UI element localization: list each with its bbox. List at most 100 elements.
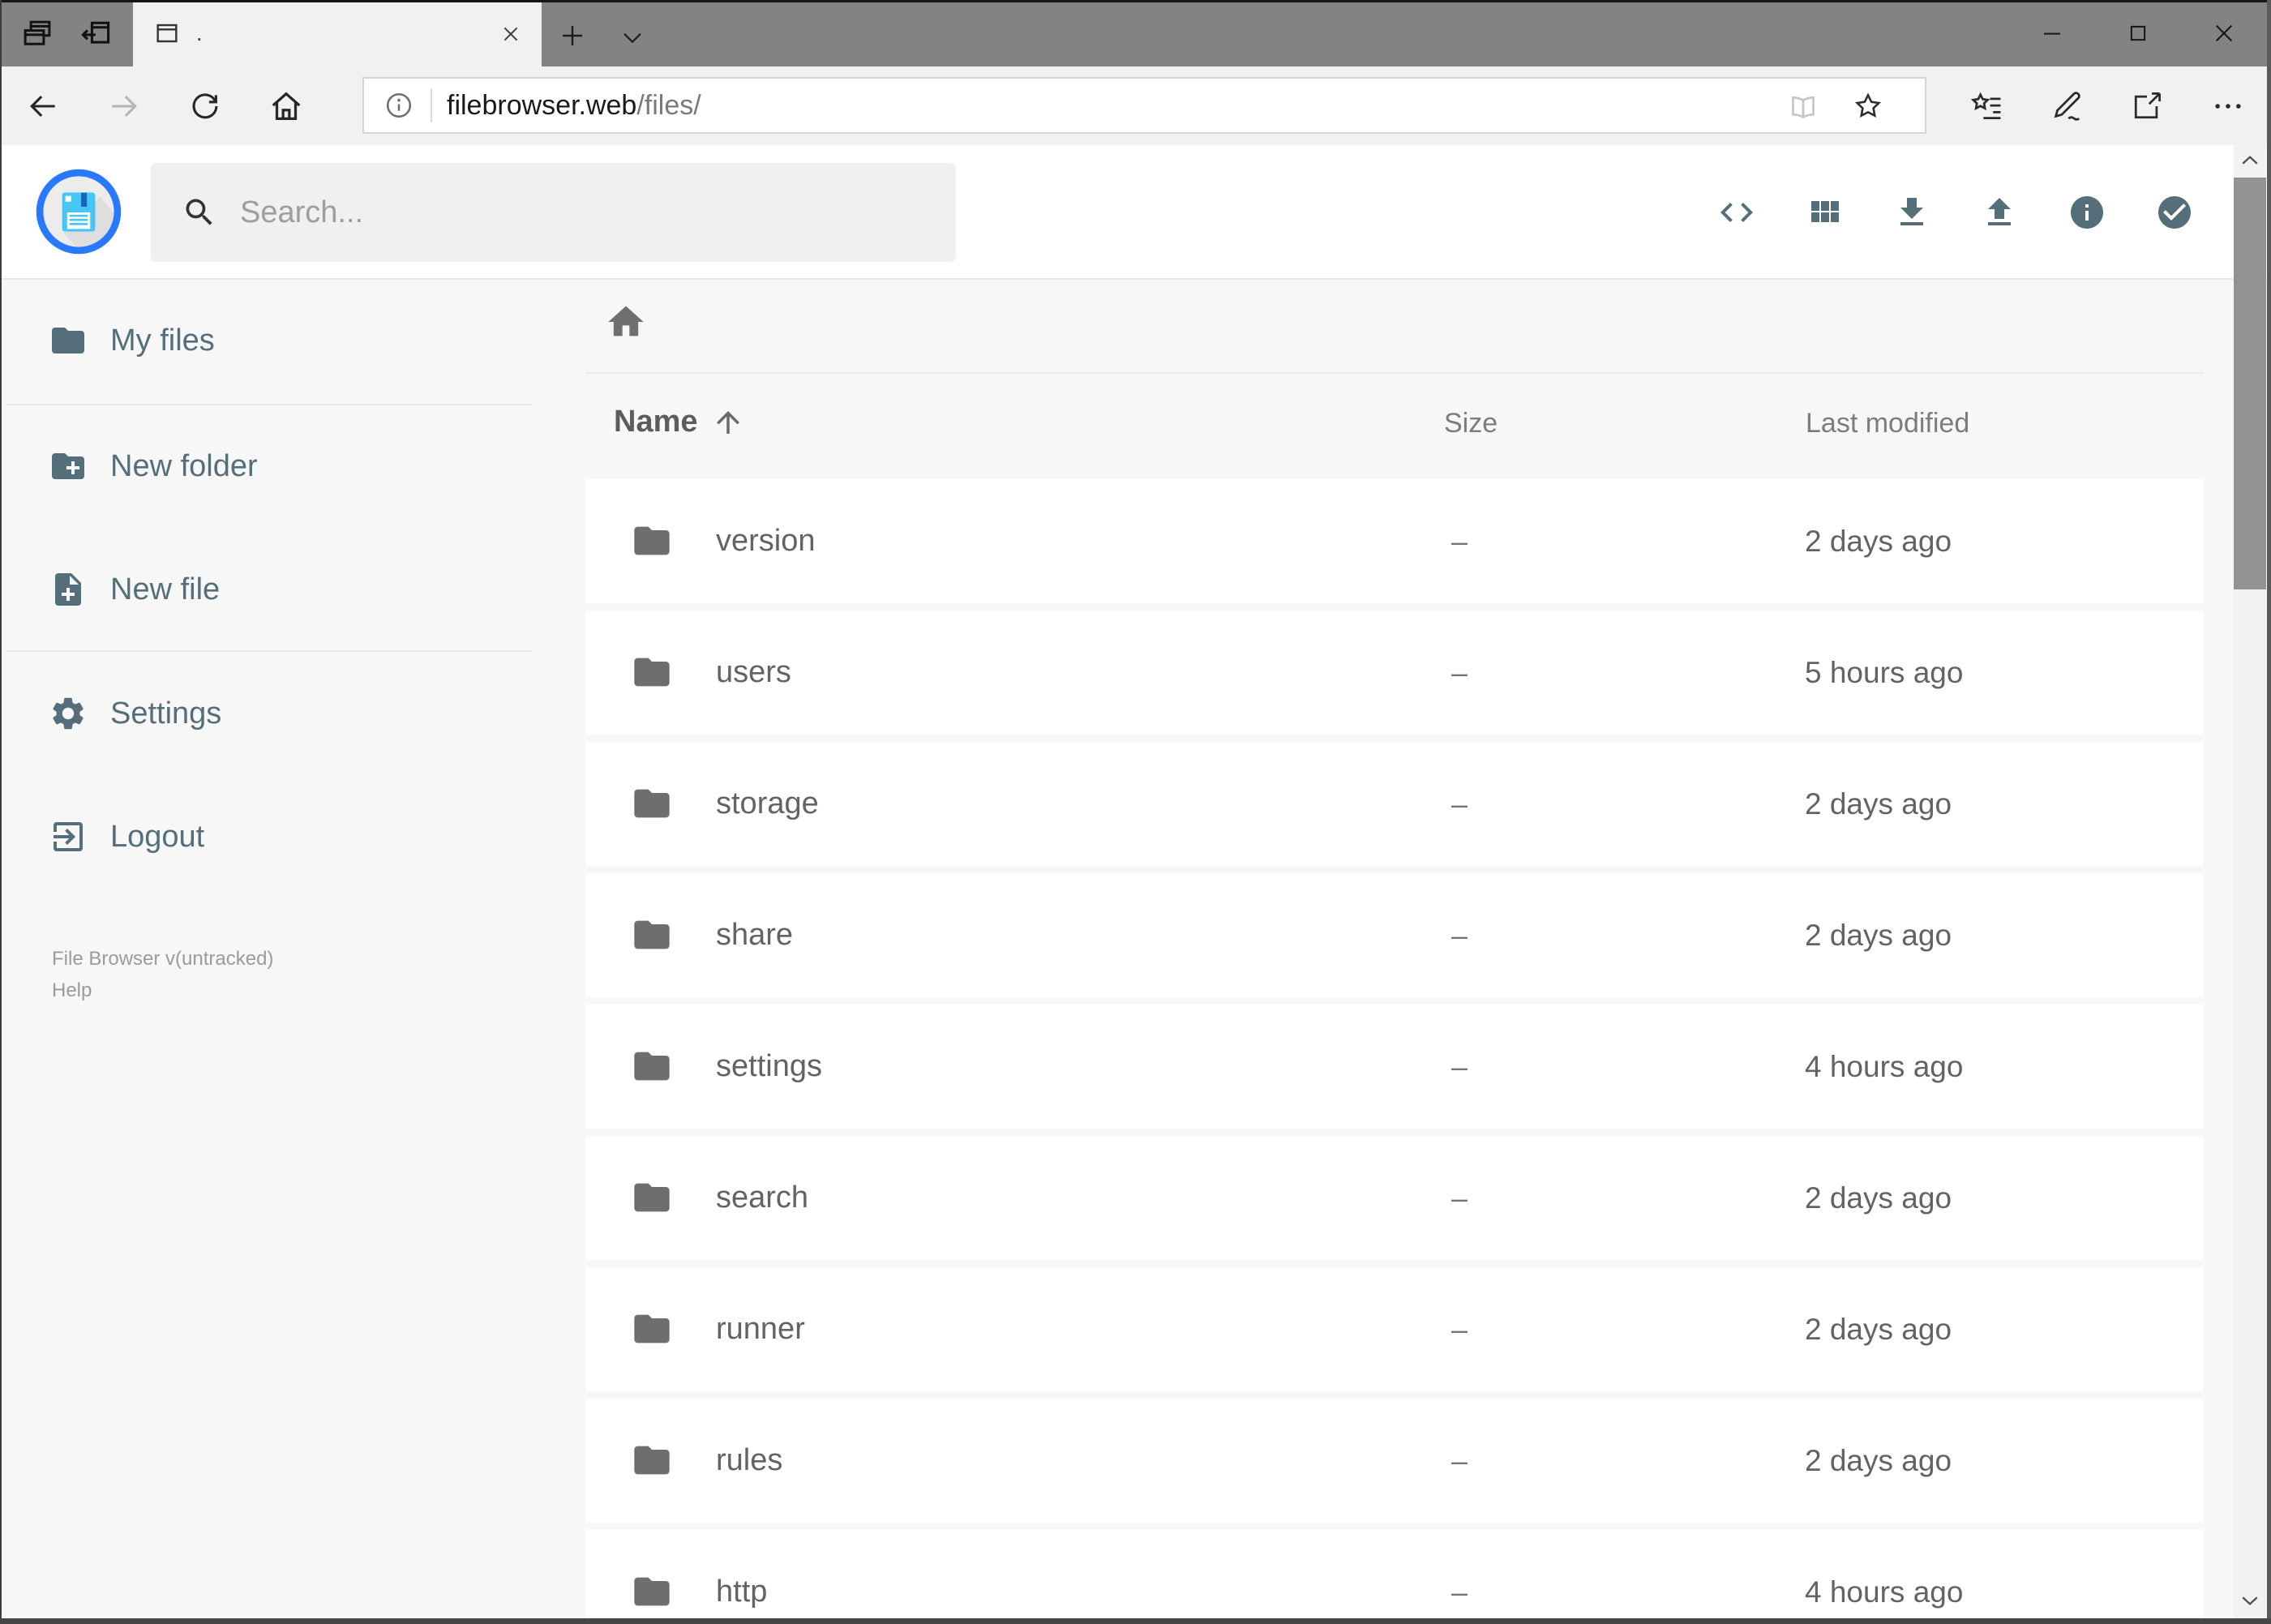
folder-icon [634, 1314, 670, 1343]
chevron-down-icon [2242, 1596, 2258, 1605]
tab-close-button[interactable] [496, 19, 525, 49]
minimize-button[interactable] [2009, 0, 2095, 66]
window-border-bottom [0, 1618, 2271, 1624]
sidebar-item-logout[interactable]: Logout [2, 796, 537, 877]
file-name: settings [716, 1049, 822, 1083]
folder-icon [634, 526, 670, 555]
upload-icon [1988, 198, 2011, 225]
close-icon [503, 27, 518, 41]
file-name: users [716, 655, 791, 689]
app-body: My files New folder New file Settings Lo… [0, 281, 2271, 1624]
file-modified: 5 hours ago [1805, 656, 1964, 689]
forward-button[interactable] [105, 88, 143, 125]
file-size: – [1451, 1575, 1468, 1609]
breadcrumb-home-icon[interactable] [605, 301, 647, 343]
file-row[interactable]: share – 2 days ago [585, 873, 2204, 997]
file-row[interactable]: search – 2 days ago [585, 1136, 2204, 1260]
file-size: – [1451, 1181, 1468, 1215]
app-logo[interactable] [36, 169, 122, 255]
address-bar[interactable]: filebrowser.web/files/ [362, 77, 1926, 134]
upload-button[interactable] [1980, 191, 2019, 234]
tab-title: . [196, 20, 203, 45]
refresh-button[interactable] [186, 88, 224, 125]
file-size: – [1451, 656, 1468, 689]
switch-view-grid-button[interactable] [1805, 191, 1844, 234]
sidebar-item-label: Settings [110, 696, 222, 731]
search-box[interactable] [151, 163, 956, 262]
download-icon [1900, 198, 1923, 225]
close-window-button[interactable] [2181, 0, 2267, 66]
file-row[interactable]: rules – 2 days ago [585, 1399, 2204, 1523]
maximize-button[interactable] [2095, 0, 2181, 66]
tab-preview-icon [24, 20, 51, 45]
more-menu-button[interactable] [2209, 88, 2247, 125]
scrollbar-down-button[interactable] [2234, 1585, 2266, 1616]
navigation-bar: filebrowser.web/files/ [0, 66, 2271, 145]
chevron-down-icon [623, 32, 641, 44]
file-row[interactable]: runner – 2 days ago [585, 1267, 2204, 1391]
file-name: rules [716, 1443, 783, 1477]
folder-icon [634, 1446, 670, 1475]
switch-view-code-button[interactable] [1717, 191, 1756, 234]
file-name: storage [716, 786, 819, 821]
tab-preview-button[interactable] [18, 15, 57, 54]
reading-view-button[interactable] [1785, 88, 1821, 124]
page-info-icon[interactable] [383, 90, 414, 121]
column-header-name[interactable]: Name [614, 405, 745, 439]
file-modified: 4 hours ago [1805, 1050, 1964, 1083]
file-row[interactable]: settings – 4 hours ago [585, 1005, 2204, 1129]
address-url: filebrowser.web/files/ [447, 90, 701, 122]
header-actions [1717, 191, 2194, 234]
sidebar-item-new-folder[interactable]: New folder [2, 426, 537, 507]
select-multiple-button[interactable] [2155, 191, 2194, 234]
maximize-icon [2130, 25, 2146, 41]
star-icon [1854, 92, 1882, 118]
file-modified: 2 days ago [1805, 787, 1952, 821]
ellipsis-icon [2215, 104, 2241, 109]
tab-list-button[interactable] [613, 18, 652, 57]
new-file-icon [55, 573, 81, 606]
chevron-up-icon [2242, 156, 2258, 165]
column-header-size[interactable]: Size [1444, 408, 1498, 439]
sidebar-item-my-files[interactable]: My files [2, 300, 537, 381]
new-tab-button[interactable] [553, 16, 592, 55]
set-tabs-aside-button[interactable] [76, 15, 115, 54]
browser-tab[interactable]: . [133, 0, 542, 66]
scrollbar-thumb[interactable] [2234, 178, 2266, 589]
folder-icon [52, 328, 84, 354]
home-icon [272, 92, 301, 120]
share-button[interactable] [2128, 88, 2166, 125]
code-icon [1720, 203, 1753, 222]
minimize-icon [2044, 32, 2060, 35]
file-row[interactable]: version – 2 days ago [585, 479, 2204, 603]
file-name: search [716, 1181, 809, 1215]
file-modified: 2 days ago [1805, 1181, 1952, 1215]
sidebar-item-new-file[interactable]: New file [2, 549, 537, 630]
file-name: runner [716, 1312, 805, 1346]
file-size: – [1451, 1313, 1468, 1346]
search-input[interactable] [238, 194, 887, 231]
file-modified: 2 days ago [1805, 919, 1952, 952]
file-row[interactable]: http – 4 hours ago [585, 1530, 2204, 1624]
file-row[interactable]: users – 5 hours ago [585, 611, 2204, 735]
address-path: /files/ [636, 89, 701, 121]
column-header-modified[interactable]: Last modified [1806, 408, 1969, 439]
plus-icon [563, 26, 582, 45]
sidebar-item-label: Logout [110, 819, 205, 854]
page-scrollbar[interactable] [2234, 145, 2266, 1619]
back-button[interactable] [24, 88, 62, 125]
sidebar-item-label: New file [110, 572, 221, 606]
refresh-icon [192, 93, 218, 119]
help-link[interactable]: Help [52, 979, 92, 1002]
annotate-button[interactable] [2047, 88, 2085, 125]
scrollbar-up-button[interactable] [2234, 145, 2266, 176]
home-button[interactable] [268, 88, 305, 125]
info-button[interactable] [2067, 191, 2106, 234]
sidebar-item-settings[interactable]: Settings [2, 673, 537, 754]
download-button[interactable] [1892, 191, 1931, 234]
add-favorite-button[interactable] [1850, 88, 1886, 124]
file-row[interactable]: storage – 2 days ago [585, 742, 2204, 866]
new-folder-icon [52, 453, 84, 479]
folder-icon [634, 789, 670, 818]
hub-button[interactable] [1968, 88, 2005, 125]
